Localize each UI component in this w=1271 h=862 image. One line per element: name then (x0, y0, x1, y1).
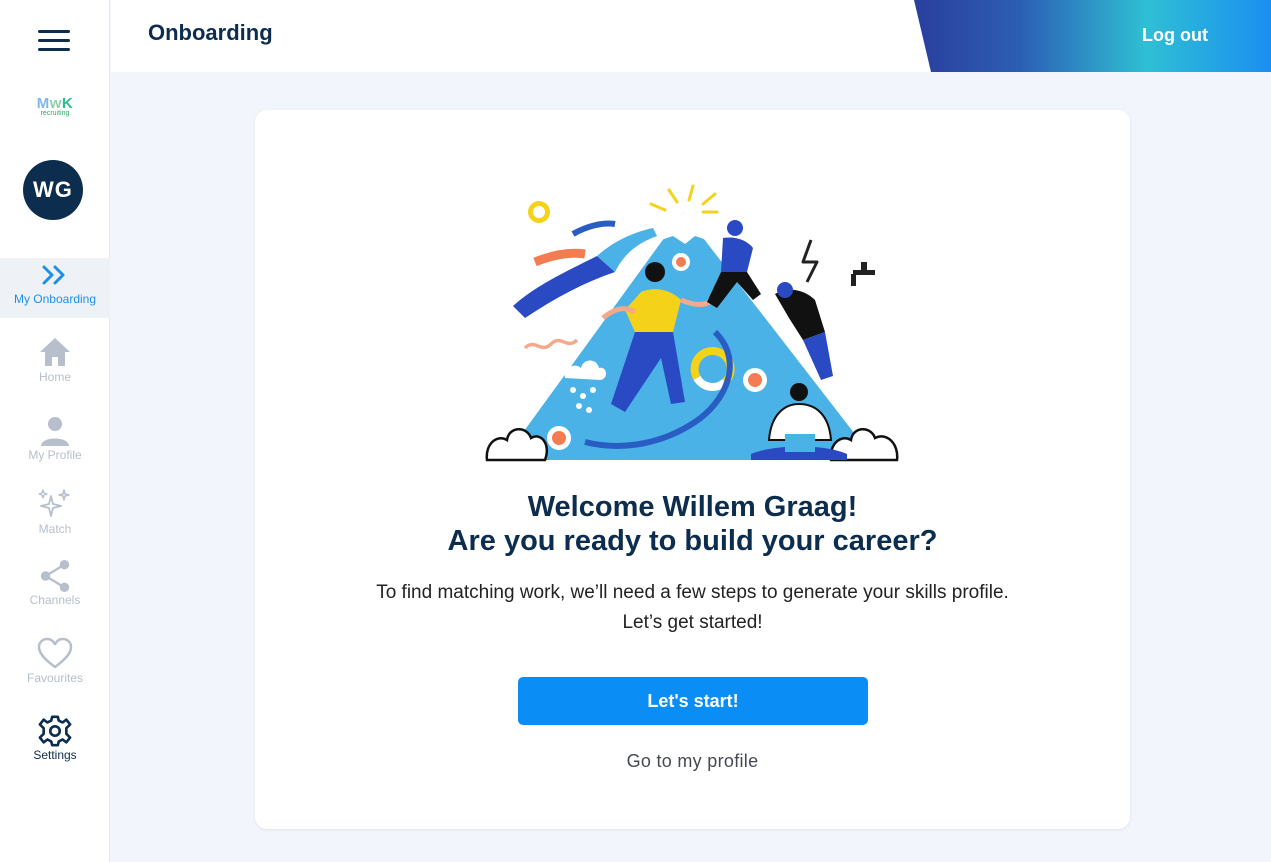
sidebar: MwK recruiting WG My Onboarding Home My … (0, 0, 110, 862)
sidebar-item-favourites[interactable]: Favourites (0, 637, 110, 697)
gear-icon (38, 715, 72, 747)
go-to-profile-link[interactable]: Go to my profile (255, 751, 1130, 772)
career-mountain-illustration (485, 184, 899, 462)
logo: MwK recruiting (30, 96, 80, 118)
person-icon (41, 417, 69, 446)
welcome-line-1: Welcome Willem Graag! (527, 491, 858, 523)
sidebar-item-label: My Onboarding (13, 292, 97, 306)
heart-icon (37, 637, 73, 669)
sidebar-item-channels[interactable]: Channels (0, 559, 110, 619)
page-title: Onboarding (148, 20, 273, 45)
lets-start-button[interactable]: Let's start! (518, 677, 868, 725)
double-chevron-right-icon (42, 265, 65, 285)
avatar[interactable]: WG (23, 160, 83, 220)
sidebar-item-label: My Profile (28, 448, 82, 462)
sidebar-item-label: Channels (29, 593, 81, 607)
onboarding-card: Welcome Willem Graag! Are you ready to b… (255, 110, 1130, 829)
description-line-1: To find matching work, we’ll need a few … (376, 582, 1009, 603)
sidebar-item-label: Match (38, 522, 72, 536)
top-header: Onboarding Log out (111, 0, 1271, 72)
sidebar-item-match[interactable]: Match (0, 488, 110, 548)
sidebar-item-my-onboarding[interactable]: My Onboarding (0, 258, 110, 318)
hamburger-menu-icon[interactable] (38, 30, 70, 54)
logout-banner (914, 0, 1271, 72)
sidebar-item-label: Favourites (26, 671, 84, 685)
welcome-heading: Welcome Willem Graag! Are you ready to b… (255, 490, 1130, 558)
description-line-2: Let’s get started! (622, 612, 763, 633)
sidebar-item-settings[interactable]: Settings (0, 714, 110, 774)
share-icon (40, 559, 70, 593)
sidebar-item-label: Home (38, 370, 71, 384)
home-icon (40, 338, 70, 366)
onboarding-description: To find matching work, we’ll need a few … (255, 578, 1130, 638)
sidebar-item-label: Settings (33, 748, 77, 762)
sidebar-item-my-profile[interactable]: My Profile (0, 414, 110, 474)
sidebar-item-home[interactable]: Home (0, 336, 110, 396)
welcome-line-2: Are you ready to build your career? (447, 525, 938, 557)
sparkles-icon (38, 489, 70, 517)
logout-button[interactable]: Log out (1142, 25, 1208, 46)
